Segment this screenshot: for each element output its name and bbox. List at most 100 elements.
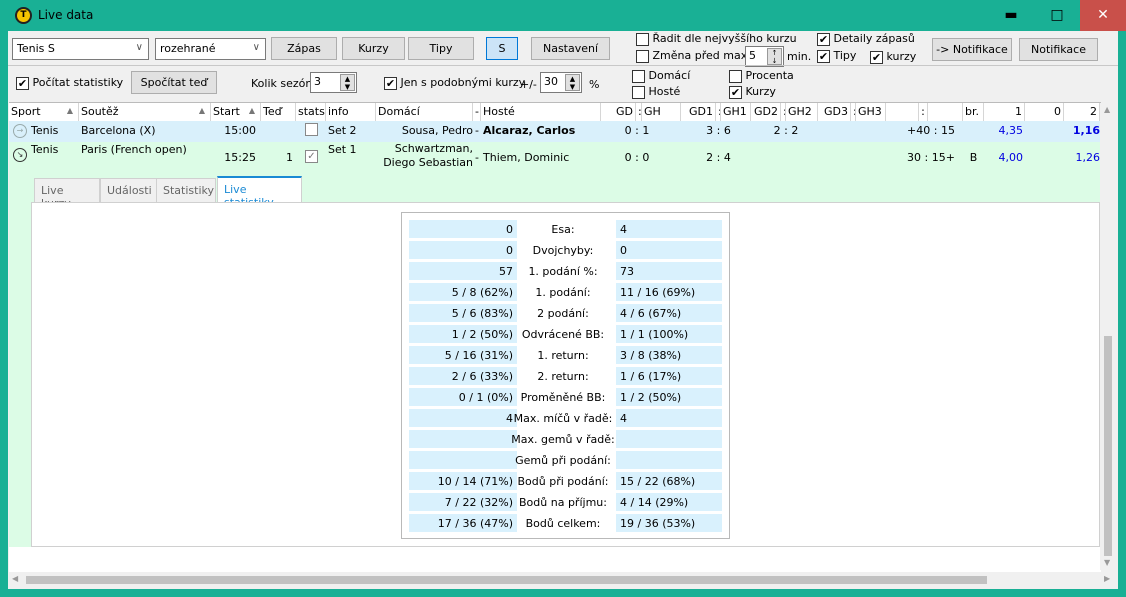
percent-spinner[interactable]: 30 ▲ ▼ [540,72,582,93]
tab-live-statistics[interactable]: Live statistiky [217,176,302,209]
away-cell: Alcaraz, Carlos [483,124,576,137]
column-header[interactable]: 2 [1064,103,1100,121]
checkbox-checked[interactable]: ✔ [16,76,29,90]
horizontal-scrollbar[interactable]: ◀ ▶ [9,572,1116,588]
scroll-right-icon[interactable]: ▶ [1104,574,1110,583]
column-header[interactable]: Domácí [376,103,473,121]
set2-score-cell: 2 : 2 [773,124,799,137]
match-button[interactable]: Zápas [271,37,337,60]
checkbox-checked[interactable]: ✔ [729,85,742,99]
set1-score-cell: 3 : 6 [706,124,731,137]
match-details-checkbox[interactable]: ✔ Detaily zápasů [817,32,915,46]
spin-arrows-icon[interactable]: ↑ ↓ [767,48,782,65]
scroll-up-icon[interactable]: ▲ [1104,105,1110,114]
checkbox-empty[interactable] [636,32,649,46]
info-cell: Set 1 [328,143,357,156]
away-stat-value: 1 / 2 (50%) [616,388,722,406]
minimize-button[interactable]: ▬ [988,0,1034,31]
tips-checkbox[interactable]: ✔ Tipy [817,49,856,63]
seasons-spinner[interactable]: 3 ▲ ▼ [310,72,357,93]
tab-statistics[interactable]: Statistiky [156,178,216,203]
count-stats-checkbox[interactable]: ✔ Počítat statistiky [16,76,123,90]
similar-odds-checkbox[interactable]: ✔ Jen s podobnými kurzy [384,76,525,90]
away-stat-value: 15 / 22 (68%) [616,472,722,490]
home-checkbox[interactable]: Domácí [632,69,690,83]
column-header[interactable]: Soutěž ▲ [79,103,211,121]
column-header[interactable]: GH1 [721,103,751,121]
change-before-checkbox[interactable]: Změna před max. [636,49,751,63]
column-header[interactable]: GH [642,103,681,121]
notify-arrow-button[interactable]: -> Notifikace [932,38,1012,61]
away-label: Hosté [648,85,681,98]
scrollbar-thumb[interactable] [1104,336,1112,556]
column-header[interactable]: stats [296,103,326,121]
percenta-label: Procenta [745,69,794,82]
checkbox-empty[interactable] [632,85,645,99]
home-cell-line2: Diego Sebastian [383,156,473,169]
checkbox-empty[interactable] [636,49,649,63]
column-header[interactable]: GD2 [751,103,781,121]
stat-row: 5 / 6 (83%) 2 podání: 4 / 6 (67%) [402,304,731,322]
checkbox-checked[interactable]: ✔ [870,50,883,64]
home-stat-value: 57 [409,262,517,280]
settings-button[interactable]: Nastavení [531,37,610,60]
checkbox-checked[interactable]: ✔ [817,32,830,46]
maximize-button[interactable]: □ [1034,0,1080,31]
column-header[interactable]: info [326,103,376,121]
change-before-spinner[interactable]: 5 ↑ ↓ [745,46,784,67]
state-combo[interactable]: rozehrané ∨ [155,38,266,60]
away-stat-value: 4 [616,220,722,238]
column-header[interactable]: Teď [261,103,296,121]
column-header[interactable]: Start ▲ [211,103,261,121]
away-checkbox[interactable]: Hosté [632,85,680,99]
scroll-down-icon[interactable]: ▼ [1104,558,1110,567]
column-header[interactable]: : [919,103,928,121]
vertical-scrollbar[interactable]: ▲ ▼ [1100,103,1116,570]
tips-button[interactable]: Tipy [408,37,474,60]
sport-combo[interactable]: Tenis S ∨ [12,38,149,60]
home-stat-value: 0 [409,220,517,238]
stats-checkbox[interactable]: ✓ [305,150,318,163]
scroll-left-icon[interactable]: ◀ [12,574,18,583]
column-header[interactable]: GD3 [818,103,851,121]
tab-events[interactable]: Události [100,178,157,203]
sort-by-odds-checkbox[interactable]: Řadit dle nejvyššího kurzu [636,32,797,46]
scrollbar-thumb[interactable] [26,576,987,584]
stat-label: Proměněné BB: [520,391,606,404]
sort-ascending-icon: ▲ [198,106,205,115]
kurzy-checkbox[interactable]: ✔ Kurzy [729,85,776,99]
home-stat-value: 0 [409,241,517,259]
column-header[interactable]: Sport ▲ [9,103,79,121]
column-header[interactable]: - [473,103,481,121]
checkbox-empty[interactable] [632,69,645,83]
column-header[interactable]: GD [601,103,636,121]
compute-now-button[interactable]: Spočítat teď [131,71,217,94]
tab-live-odds[interactable]: Live kurzy [34,178,100,210]
percent-value: 30 [544,75,558,88]
home-stat-value: 5 / 16 (31%) [409,346,517,364]
notify-button[interactable]: Notifikace [1019,38,1098,61]
column-header[interactable] [886,103,919,121]
column-header[interactable]: Hosté [481,103,601,121]
s-button[interactable]: S [486,37,518,60]
stats-checkbox[interactable] [305,123,318,136]
checkbox-checked[interactable]: ✔ [384,76,397,90]
odds-button[interactable]: Kurzy [342,37,405,60]
away-stat-value: 73 [616,262,722,280]
close-button[interactable]: ✕ [1080,0,1126,31]
column-header[interactable]: GD1 [681,103,716,121]
spin-arrows-icon[interactable]: ▲ ▼ [340,74,355,91]
column-header[interactable]: GH3 [856,103,886,121]
table-row[interactable]: → Tenis Barcelona (X) 15:00 Set 2 Sousa, Pedr… [9,121,1100,142]
home-cell-line1: Schwartzman, [394,142,473,155]
column-header[interactable]: 1 [984,103,1025,121]
percenta-checkbox[interactable]: Procenta [729,69,794,83]
column-header[interactable]: br. [963,103,984,121]
odds-checkbox[interactable]: ✔ kurzy [870,50,916,64]
spin-arrows-icon[interactable]: ▲ ▼ [565,74,580,91]
checkbox-checked[interactable]: ✔ [817,49,830,63]
column-header[interactable] [928,103,963,121]
checkbox-empty[interactable] [729,69,742,83]
column-header[interactable]: GH2 [786,103,818,121]
column-header[interactable]: 0 [1025,103,1064,121]
